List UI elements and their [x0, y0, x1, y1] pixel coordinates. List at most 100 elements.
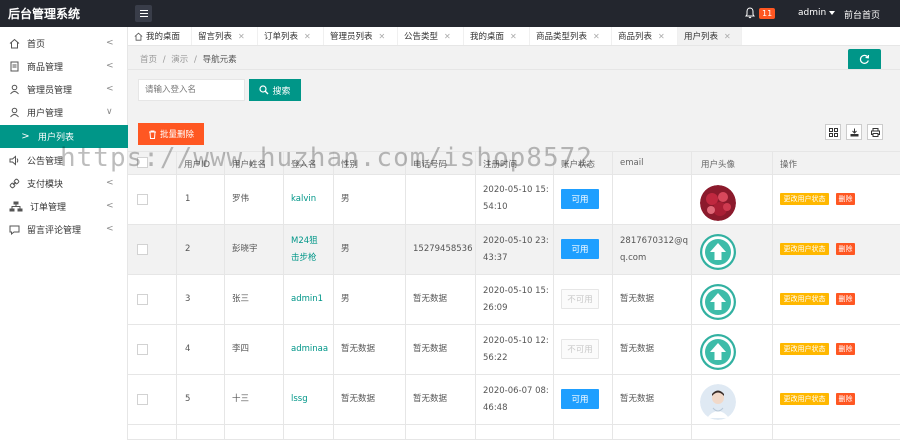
- refresh-icon: [859, 54, 870, 64]
- delete-button[interactable]: 删除: [836, 193, 855, 205]
- status-button[interactable]: 可用: [561, 189, 599, 209]
- row-checkbox[interactable]: [137, 194, 148, 205]
- column-header[interactable]: 用户姓名: [232, 158, 266, 170]
- status-button[interactable]: 可用: [561, 239, 599, 259]
- sidebar-item-user-list[interactable]: > 用户列表: [0, 125, 128, 148]
- breadcrumb-demo[interactable]: 演示: [171, 55, 188, 65]
- user-name: 罗伟: [232, 194, 250, 204]
- chevron-right-icon: >: [21, 131, 30, 142]
- change-status-button[interactable]: 更改用户状态: [780, 243, 829, 255]
- breadcrumb-separator: /: [162, 55, 166, 65]
- home-icon: [9, 38, 20, 49]
- sidebar-item-orders[interactable]: 订单管理 <: [0, 195, 128, 218]
- chevron-left-icon: <: [106, 201, 114, 211]
- close-icon[interactable]: ✕: [444, 32, 451, 41]
- close-icon[interactable]: ✕: [658, 32, 665, 41]
- sidebar-item-admins[interactable]: 管理员管理 <: [0, 78, 128, 101]
- tab-products[interactable]: 商品列表 ✕: [612, 27, 678, 45]
- column-header[interactable]: email: [620, 158, 643, 168]
- delete-button[interactable]: 删除: [836, 343, 855, 355]
- table-row: 5 十三 lssg 暂无数据 暂无数据 2020-06-07 08: 46:48…: [128, 375, 900, 425]
- column-header[interactable]: 用户ID: [184, 158, 210, 170]
- sidebar-item-payment[interactable]: 支付模块 <: [0, 172, 128, 195]
- change-status-button[interactable]: 更改用户状态: [780, 193, 829, 205]
- chevron-left-icon: <: [106, 38, 114, 48]
- tab-messages[interactable]: 留言列表 ✕: [192, 27, 258, 45]
- column-header[interactable]: 电话号码: [413, 158, 447, 170]
- user-id: 3: [185, 294, 191, 304]
- refresh-button[interactable]: [848, 49, 881, 70]
- tab-user-list[interactable]: 用户列表 ✕: [678, 27, 742, 45]
- tab-desktop[interactable]: 我的桌面 ✕: [464, 27, 530, 45]
- sidebar-item-label: 用户列表: [38, 133, 75, 143]
- chevron-left-icon: <: [106, 61, 114, 71]
- avatar-photo: [700, 384, 736, 420]
- sidebar-item-label: 用户管理: [27, 109, 64, 119]
- user-name: 张三: [232, 294, 250, 304]
- print-icon: [870, 127, 880, 137]
- close-icon[interactable]: ✕: [304, 32, 311, 41]
- column-header[interactable]: 操作: [780, 158, 797, 170]
- print-button[interactable]: [867, 124, 883, 140]
- column-header[interactable]: 用户头像: [701, 158, 735, 170]
- gender: 暂无数据: [341, 344, 376, 354]
- row-checkbox[interactable]: [137, 294, 148, 305]
- change-status-button[interactable]: 更改用户状态: [780, 343, 829, 355]
- admin-user-menu[interactable]: admin: [798, 8, 836, 18]
- column-header[interactable]: 注册时间: [483, 158, 517, 170]
- delete-button[interactable]: 删除: [836, 393, 855, 405]
- register-time: 2020-05-10 23:: [483, 236, 549, 246]
- column-header[interactable]: 登入名: [291, 158, 317, 170]
- sidebar-item-users[interactable]: 用户管理 ∨: [0, 101, 128, 124]
- close-icon[interactable]: ✕: [593, 32, 600, 41]
- column-header[interactable]: 账户状态: [561, 158, 595, 170]
- change-status-button[interactable]: 更改用户状态: [780, 393, 829, 405]
- admin-label: admin: [798, 8, 827, 18]
- app-title: 后台管理系统: [8, 7, 81, 21]
- email: 暂无数据: [620, 394, 655, 404]
- sidebar-item-notices[interactable]: 公告管理: [0, 149, 128, 172]
- tab-orders[interactable]: 订单列表 ✕: [258, 27, 324, 45]
- close-icon[interactable]: ✕: [238, 32, 245, 41]
- register-time: 54:10: [483, 202, 508, 212]
- status-button[interactable]: 不可用: [561, 289, 599, 309]
- tab-admins[interactable]: 管理员列表 ✕: [324, 27, 398, 45]
- close-icon[interactable]: ✕: [724, 32, 731, 41]
- select-all-checkbox[interactable]: [137, 157, 148, 168]
- tab-notice-types[interactable]: 公告类型 ✕: [398, 27, 464, 45]
- columns-filter-button[interactable]: [825, 124, 841, 140]
- register-time: 26:09: [483, 303, 508, 313]
- sidebar-item-home[interactable]: 首页 <: [0, 32, 128, 55]
- sidebar-item-products[interactable]: 商品管理 <: [0, 55, 128, 78]
- breadcrumb-home[interactable]: 首页: [140, 55, 157, 65]
- tab-home[interactable]: 我的桌面: [128, 27, 192, 45]
- register-time: 43:37: [483, 253, 508, 263]
- column-divider: [176, 151, 177, 440]
- tab-product-types[interactable]: 商品类型列表 ✕: [530, 27, 612, 45]
- export-button[interactable]: [846, 124, 862, 140]
- row-checkbox[interactable]: [137, 344, 148, 355]
- search-input[interactable]: [138, 79, 245, 101]
- front-page-link[interactable]: 前台首页: [844, 8, 880, 21]
- delete-button[interactable]: 删除: [836, 293, 855, 305]
- row-checkbox[interactable]: [137, 244, 148, 255]
- phone: 暂无数据: [413, 394, 448, 404]
- close-icon[interactable]: ✕: [510, 32, 517, 41]
- close-icon[interactable]: ✕: [379, 32, 386, 41]
- avatar-photo: [700, 185, 736, 221]
- menu-toggle-button[interactable]: [135, 5, 152, 22]
- row-checkbox[interactable]: [137, 394, 148, 405]
- tab-label: 留言列表: [198, 32, 233, 42]
- search-button[interactable]: 搜索: [249, 79, 301, 101]
- status-button[interactable]: 不可用: [561, 339, 599, 359]
- delete-button[interactable]: 删除: [836, 243, 855, 255]
- status-button[interactable]: 可用: [561, 389, 599, 409]
- change-status-button[interactable]: 更改用户状态: [780, 293, 829, 305]
- chevron-down-icon: ∨: [106, 107, 113, 117]
- batch-delete-label: 批量删除: [159, 130, 194, 140]
- column-header[interactable]: 性别: [341, 158, 358, 170]
- register-time: 46:48: [483, 403, 508, 413]
- batch-delete-button[interactable]: 批量删除: [138, 123, 204, 145]
- sidebar-item-comments[interactable]: 留言评论管理 <: [0, 218, 128, 241]
- bell-icon[interactable]: [744, 7, 756, 19]
